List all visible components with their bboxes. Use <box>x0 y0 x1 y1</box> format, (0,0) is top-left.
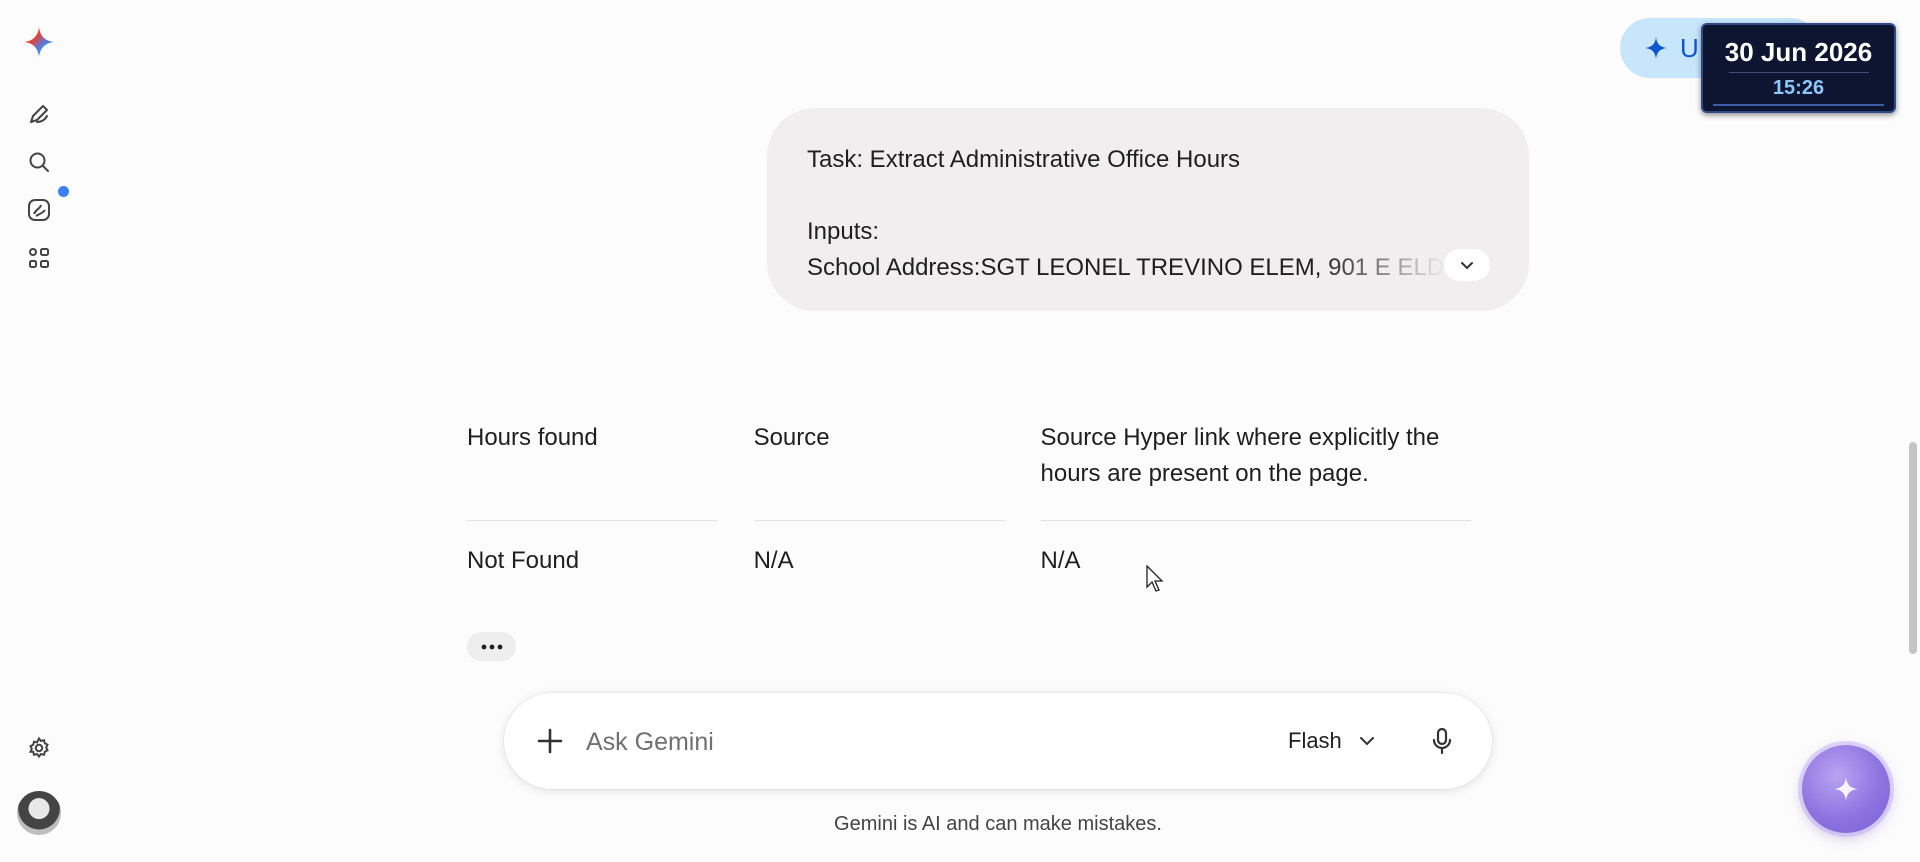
chevron-down-icon <box>1461 262 1473 270</box>
notification-dot <box>58 186 69 197</box>
table-header: Source <box>753 420 1005 521</box>
more-dots-icon <box>481 644 502 649</box>
date-time-widget: 30 Jun 2026 15:26 <box>1701 23 1896 113</box>
scrollbar-thumb[interactable] <box>1909 442 1917 654</box>
gemini-logo-icon[interactable] <box>23 26 55 58</box>
settings-icon[interactable] <box>23 732 55 764</box>
table-cell: N/A <box>753 547 794 574</box>
prompt-line-address: School Address:SGT LEONEL TREVINO ELEM, … <box>807 254 1447 281</box>
prompt-line-inputs: Inputs: <box>807 218 880 245</box>
disclaimer-text: Gemini is AI and can make mistakes. <box>834 813 1162 835</box>
gems-icon[interactable] <box>23 194 55 226</box>
search-icon[interactable] <box>23 146 55 178</box>
model-selector[interactable]: Flash <box>1288 721 1376 761</box>
table-header: Source Hyper link where explicitly the h… <box>1040 420 1471 521</box>
expand-prompt-button[interactable] <box>1444 249 1490 281</box>
date-text: 30 Jun 2026 <box>1724 37 1873 67</box>
more-options-button[interactable] <box>467 632 516 661</box>
avatar[interactable] <box>17 791 61 835</box>
add-attachment-button[interactable] <box>530 721 570 761</box>
sparkle-icon <box>1834 777 1858 801</box>
table-cell: Not Found <box>467 547 580 574</box>
divider <box>1713 104 1884 106</box>
table-row: Not Found N/A N/A <box>467 521 1471 579</box>
new-chat-icon[interactable] <box>23 98 55 130</box>
apps-icon[interactable] <box>23 242 55 274</box>
model-label: Flash <box>1288 728 1342 753</box>
time-text: 15:26 <box>1772 77 1825 99</box>
table-cell: N/A <box>1040 547 1081 574</box>
plus-icon <box>537 728 563 754</box>
upgrade-label: U <box>1680 32 1699 63</box>
sparkle-icon <box>1645 37 1667 59</box>
chevron-down-icon <box>1359 737 1374 746</box>
table-header: Hours found <box>467 420 718 521</box>
mouse-cursor-icon <box>1146 564 1166 598</box>
ask-gemini-input[interactable] <box>584 721 1208 763</box>
response-table: Hours found Source Source Hyper link whe… <box>467 420 1507 579</box>
user-prompt-bubble: Task: Extract Administrative Office Hour… <box>767 108 1529 311</box>
divider <box>1728 72 1869 73</box>
prompt-line-task: Task: Extract Administrative Office Hour… <box>807 146 1241 173</box>
microphone-icon <box>1432 727 1452 755</box>
prompt-composer: Flash <box>504 693 1492 789</box>
sidebar <box>0 0 78 862</box>
gemini-assistant-button[interactable] <box>1802 745 1890 833</box>
scrollbar[interactable] <box>1906 0 1920 862</box>
microphone-button[interactable] <box>1422 721 1462 761</box>
